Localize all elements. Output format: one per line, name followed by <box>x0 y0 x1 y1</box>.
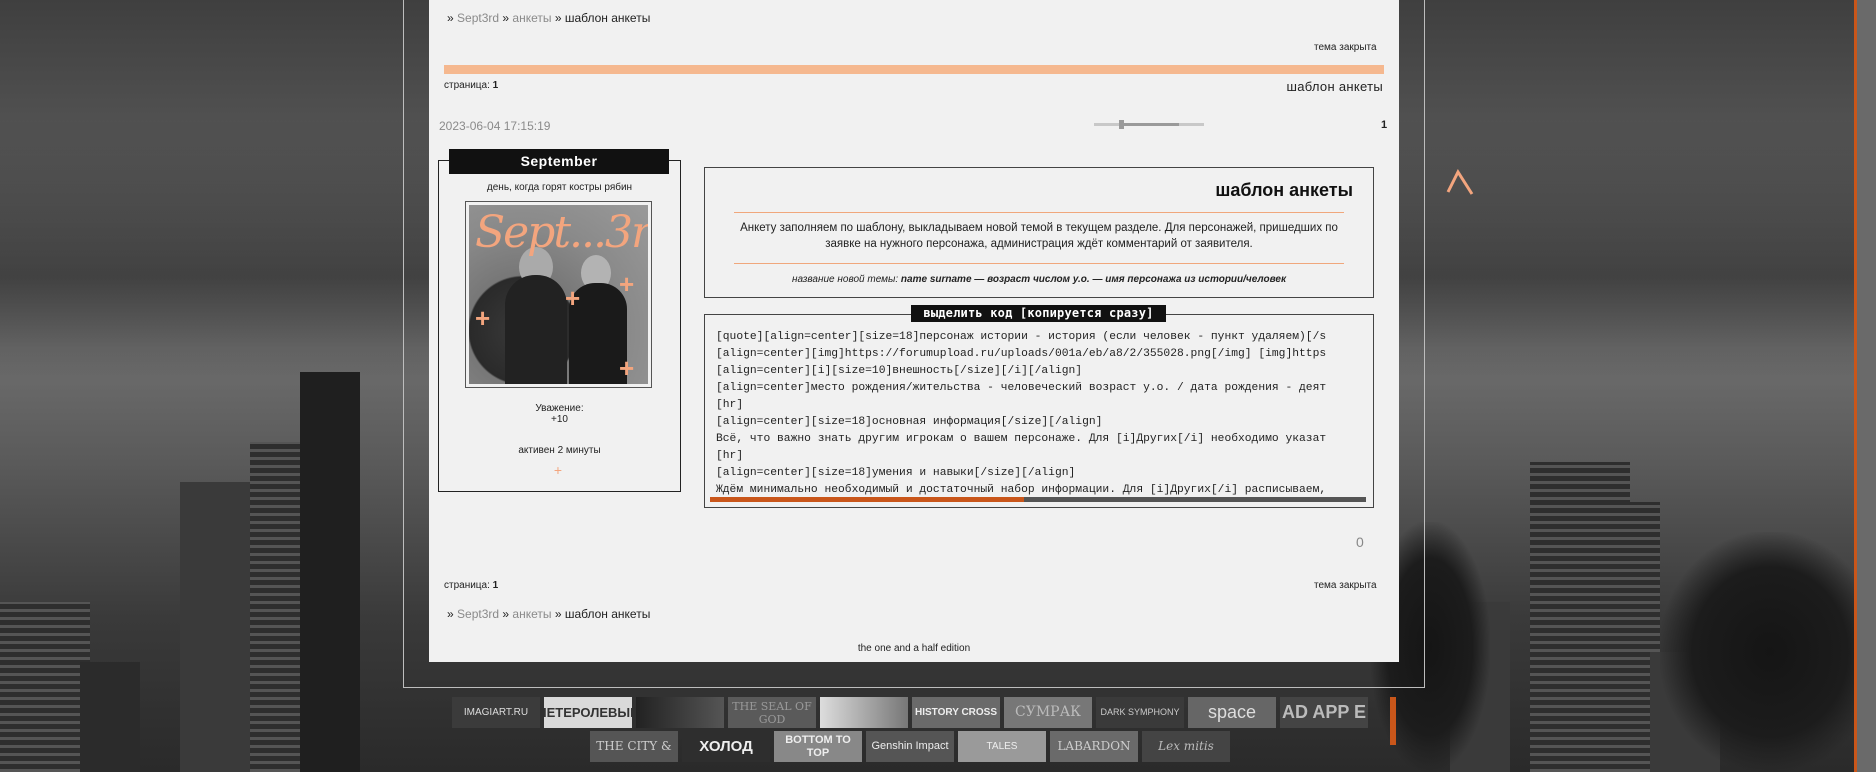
profile-plus-icon: + <box>553 462 563 478</box>
breadcrumb-current: шаблон анкеты <box>564 607 651 621</box>
current-page[interactable]: 1 <box>493 80 499 91</box>
banner-sumrak[interactable]: СУМРАК <box>1004 697 1092 728</box>
post-date-link[interactable]: 2023-06-04 17:15:19 <box>439 119 550 133</box>
banner-dark[interactable] <box>636 697 724 728</box>
post-body-text: Анкету заполняем по шаблону, выкладываем… <box>740 222 1338 250</box>
banner-neterolevye[interactable]: НЕТЕРОЛЕВЫЕ <box>544 697 632 728</box>
author-last-active: активен 2 минуты <box>518 445 601 456</box>
select-code-button[interactable]: выделить код [копируется сразу] <box>911 305 1166 322</box>
banner-labardon[interactable]: LABARDON <box>1050 731 1138 762</box>
breadcrumb-link-forum[interactable]: Sept3rd <box>457 607 499 621</box>
author-respect: Уважение: +10 <box>438 403 681 425</box>
rating-slider-thumb[interactable] <box>1119 120 1124 129</box>
code-block[interactable]: [quote][align=center][size=18]персонаж и… <box>704 314 1374 508</box>
current-page[interactable]: 1 <box>493 580 499 591</box>
banner-the-city[interactable]: THE CITY & <box>590 731 678 762</box>
avatar-signature: Sept...3rd <box>475 207 648 258</box>
divider <box>734 263 1344 264</box>
post-number[interactable]: 1 <box>1381 119 1387 131</box>
banner-seal-of-god[interactable]: THE SEAL OF GOD <box>728 697 816 728</box>
breadcrumb-link-section[interactable]: анкеты <box>512 607 551 621</box>
banner-ad-app[interactable]: AD APP E <box>1280 697 1368 728</box>
banner-imagiart[interactable]: IMAGIART.RU <box>452 697 540 728</box>
breadcrumb-bottom: » Sept3rd » анкеты » шаблон анкеты <box>447 607 651 621</box>
code-line: [align=center][i][size=10]внешность[/siz… <box>716 365 1083 377</box>
banner-tales[interactable]: TALES <box>958 731 1046 762</box>
breadcrumb-current: шаблон анкеты <box>564 11 651 25</box>
respect-value: +10 <box>551 414 568 425</box>
post-title: шаблон анкеты <box>1215 180 1353 200</box>
post-content-box: шаблон анкеты Анкету заполняем по шаблон… <box>704 167 1374 298</box>
topic-closed-label: тема закрыта <box>1314 42 1377 53</box>
topic-name-note: название новой темы: name surname — возр… <box>791 274 1287 285</box>
breadcrumb-link-forum[interactable]: Sept3rd <box>457 11 499 25</box>
banner-dark-symphony[interactable]: DARK SYMPHONY <box>1096 697 1184 728</box>
banner-genshin[interactable]: Genshin Impact <box>866 731 954 762</box>
code-scrollbar-thumb[interactable] <box>710 497 1024 502</box>
author-name[interactable]: September <box>449 149 669 174</box>
page-divider-bar <box>444 65 1384 74</box>
code-text[interactable]: [quote][align=center][size=18]персонаж и… <box>716 329 1366 499</box>
partner-banners: IMAGIART.RU НЕТЕРОЛЕВЫЕ THE SEAL OF GOD … <box>452 697 1412 772</box>
banner-lex-mitis[interactable]: Lex mitis <box>1142 731 1230 762</box>
rating-slider[interactable] <box>1094 120 1204 129</box>
topic-closed-label-bottom: тема закрыта <box>1314 580 1377 591</box>
page-side-stripe <box>1854 0 1876 772</box>
scroll-up-icon[interactable] <box>1444 160 1484 200</box>
post-likes-count[interactable]: 0 <box>1356 534 1364 550</box>
code-line: Всё, что важно знать другим игрокам о ва… <box>716 433 1327 445</box>
code-line: [align=center][img]https://forumupload.r… <box>716 348 1327 360</box>
pagination-bottom: страница: 1 <box>444 580 499 591</box>
code-line: [quote][align=center][size=18]персонаж и… <box>716 331 1327 343</box>
divider <box>734 212 1344 213</box>
breadcrumb-link-section[interactable]: анкеты <box>512 11 551 25</box>
footer-edition: the one and a half edition <box>857 643 971 654</box>
code-line: [align=center][size=18]умения и навыки[/… <box>716 467 1076 479</box>
author-avatar: Sept...3rd + + + + <box>465 201 652 388</box>
author-status: день, когда горят костры рябин <box>486 182 633 193</box>
breadcrumb-top: » Sept3rd » анкеты » шаблон анкеты <box>447 11 651 25</box>
banner-light[interactable] <box>820 697 908 728</box>
code-scrollbar[interactable] <box>710 497 1366 502</box>
banners-accent <box>1390 697 1396 745</box>
code-line: [align=center][size=18]основная информац… <box>716 416 1103 428</box>
pagination-top: страница: 1 <box>444 80 499 91</box>
code-line: [hr] <box>716 399 744 411</box>
banner-history-cross[interactable]: HISTORY CROSS <box>912 697 1000 728</box>
banner-space[interactable]: space <box>1188 697 1276 728</box>
topic-title-header: шаблон анкеты <box>1286 79 1383 94</box>
code-line: [hr] <box>716 450 744 462</box>
code-line: [align=center]место рождения/жительства … <box>716 382 1327 394</box>
banner-holod[interactable]: ХОЛОД <box>682 731 770 762</box>
banner-bottom-to-top[interactable]: BOTTOM TO TOP <box>774 731 862 762</box>
